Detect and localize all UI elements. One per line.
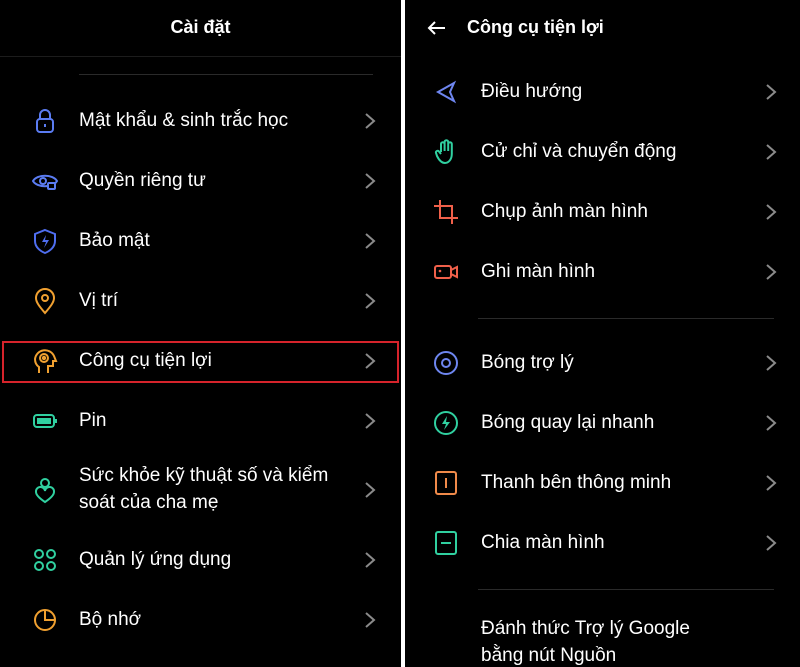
apps-grid-icon xyxy=(30,545,60,575)
chevron-right-icon xyxy=(363,610,377,630)
chevron-right-icon xyxy=(764,262,778,282)
crop-icon xyxy=(431,197,461,227)
settings-item-storage[interactable]: Bộ nhớ xyxy=(0,590,401,650)
chevron-right-icon xyxy=(363,550,377,570)
divider xyxy=(478,589,774,590)
tools-item-screenshot[interactable]: Chụp ảnh màn hình xyxy=(405,182,800,242)
item-label: Mật khẩu & sinh trắc học xyxy=(79,110,289,131)
video-camera-icon xyxy=(431,257,461,287)
settings-item-security[interactable]: Bảo mật xyxy=(0,211,401,271)
tools-item-screen-recording[interactable]: Ghi màn hình xyxy=(405,242,800,302)
chevron-right-icon xyxy=(764,353,778,373)
convenience-tools-panel: Công cụ tiện lợi Điều hướng Cử chỉ và ch… xyxy=(405,0,800,667)
settings-item-app-management[interactable]: Quản lý ứng dụng xyxy=(0,530,401,590)
lock-icon xyxy=(30,106,60,136)
chevron-right-icon xyxy=(363,291,377,311)
chevron-right-icon xyxy=(764,413,778,433)
item-label-line-2: soát của cha mẹ xyxy=(79,492,219,513)
settings-item-convenience-tools[interactable]: Công cụ tiện lợi xyxy=(0,331,401,391)
item-label: Quyền riêng tư xyxy=(79,170,206,191)
divider xyxy=(79,74,373,75)
chevron-right-icon xyxy=(363,351,377,371)
heart-person-icon xyxy=(30,475,60,505)
item-label: Chia màn hình xyxy=(481,532,605,553)
item-label: Bóng trợ lý xyxy=(481,352,574,373)
item-label: Thanh bên thông minh xyxy=(481,472,672,493)
quick-return-bolt-icon xyxy=(431,408,461,438)
tools-item-split-screen[interactable]: Chia màn hình xyxy=(405,513,800,573)
item-label: Ghi màn hình xyxy=(481,261,596,282)
battery-icon xyxy=(30,406,60,436)
hand-gesture-icon xyxy=(431,137,461,167)
page-title: Cài đặt xyxy=(170,17,231,37)
chevron-right-icon xyxy=(363,411,377,431)
item-label: Công cụ tiện lợi xyxy=(79,350,212,371)
item-label: Điều hướng xyxy=(481,81,583,102)
tools-item-google-assistant-power-button[interactable]: Đánh thức Trợ lý Google bằng nút Nguồn xyxy=(405,606,800,667)
page-title: Công cụ tiện lợi xyxy=(467,17,604,37)
chevron-right-icon xyxy=(363,111,377,131)
settings-item-location[interactable]: Vị trí xyxy=(0,271,401,331)
item-label: Vị trí xyxy=(79,290,119,311)
chevron-right-icon xyxy=(363,480,377,500)
item-label: Pin xyxy=(79,410,107,431)
tools-item-smart-sidebar[interactable]: Thanh bên thông minh xyxy=(405,453,800,513)
item-label: Bóng quay lại nhanh xyxy=(481,412,655,433)
chevron-right-icon xyxy=(363,231,377,251)
navigation-icon xyxy=(431,77,461,107)
tools-item-navigation[interactable]: Điều hướng xyxy=(405,62,800,122)
item-label-line-1: Sức khỏe kỹ thuật số và kiểm xyxy=(79,465,329,486)
item-label: Quản lý ứng dụng xyxy=(79,549,232,570)
tools-item-gestures-motions[interactable]: Cử chỉ và chuyển động xyxy=(405,122,800,182)
smart-sidebar-icon xyxy=(431,468,461,498)
back-arrow-icon[interactable] xyxy=(425,16,449,40)
settings-item-privacy[interactable]: Quyền riêng tư xyxy=(0,151,401,211)
settings-panel: Cài đặt Mật khẩu & sinh trắc học Quyền r… xyxy=(0,0,401,667)
chevron-right-icon xyxy=(764,202,778,222)
settings-item-digital-wellbeing[interactable]: Sức khỏe kỹ thuật số và kiểm soát của ch… xyxy=(0,458,401,524)
chevron-right-icon xyxy=(363,171,377,191)
settings-header: Cài đặt xyxy=(0,0,401,57)
item-label: Bảo mật xyxy=(79,230,150,251)
assistant-ball-icon xyxy=(431,348,461,378)
tools-item-quick-return-ball[interactable]: Bóng quay lại nhanh xyxy=(405,393,800,453)
split-screen-icon xyxy=(431,528,461,558)
chevron-right-icon xyxy=(764,142,778,162)
settings-item-password-biometrics[interactable]: Mật khẩu & sinh trắc học xyxy=(0,91,401,151)
eye-lock-icon xyxy=(30,166,60,196)
location-pin-icon xyxy=(30,286,60,316)
chevron-right-icon xyxy=(764,82,778,102)
item-label: Bộ nhớ xyxy=(79,609,142,630)
chevron-right-icon xyxy=(764,473,778,493)
head-tools-icon xyxy=(30,346,60,376)
item-label-line-1: Đánh thức Trợ lý Google xyxy=(481,618,690,639)
pie-chart-icon xyxy=(30,605,60,635)
tools-item-assistant-ball[interactable]: Bóng trợ lý xyxy=(405,333,800,393)
chevron-right-icon xyxy=(764,533,778,553)
shield-bolt-icon xyxy=(30,226,60,256)
item-label: Chụp ảnh màn hình xyxy=(481,201,648,222)
convenience-tools-header: Công cụ tiện lợi xyxy=(405,0,800,56)
settings-item-battery[interactable]: Pin xyxy=(0,391,401,451)
item-label-line-2: bằng nút Nguồn xyxy=(481,645,617,666)
item-label: Cử chỉ và chuyển động xyxy=(481,141,677,162)
divider xyxy=(478,318,774,319)
